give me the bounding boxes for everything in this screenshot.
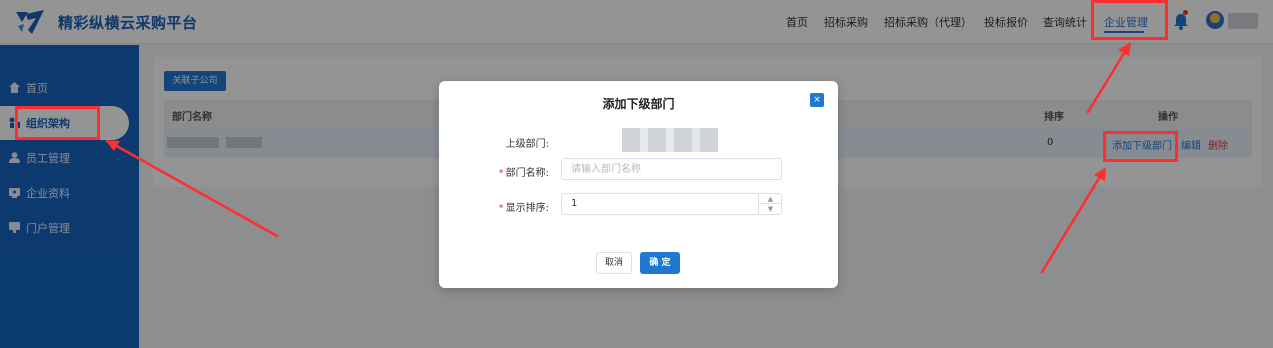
increment-button[interactable]: ▲ — [759, 194, 782, 204]
parent-department-value-redacted — [622, 128, 718, 152]
decrement-button[interactable]: ▼ — [759, 204, 782, 214]
dialog-title: 添加下级部门 — [602, 97, 675, 111]
close-icon[interactable]: × — [810, 93, 824, 107]
display-sort-input[interactable]: 1 — [561, 193, 782, 215]
parent-department-label: 上级部门: — [505, 139, 549, 150]
annotation-box-add-sub — [1103, 131, 1178, 162]
annotation-box-enterprise — [1091, 0, 1168, 40]
display-sort-label: * 显示排序: — [498, 203, 549, 214]
department-name-input[interactable] — [561, 158, 782, 180]
confirm-button[interactable]: 确 定 — [640, 252, 680, 274]
department-name-label: * 部门名称: — [498, 168, 549, 179]
add-department-dialog: 添加下级部门 × 上级部门: *部门名称: *显示排序: 1 ▲ ▼ 取消 确 … — [439, 81, 838, 288]
cancel-button[interactable]: 取消 — [596, 252, 632, 274]
sort-stepper: ▲ ▼ — [758, 194, 782, 215]
annotation-box-org — [15, 106, 100, 140]
